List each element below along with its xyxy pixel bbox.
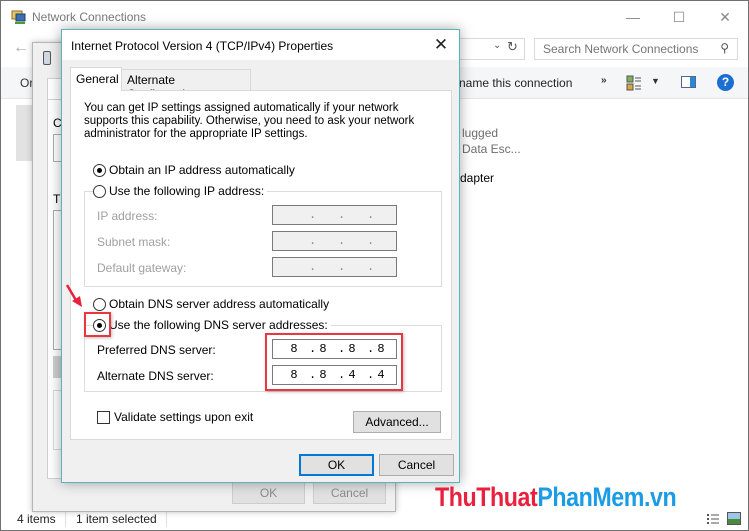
default-gateway-label: Default gateway: — [97, 261, 187, 275]
watermark-part1: ThuThuat — [435, 482, 538, 512]
ip-octet[interactable]: 8 — [286, 368, 302, 382]
explorer-title: Network Connections — [32, 10, 147, 24]
sidebar-scrollbar[interactable] — [16, 105, 32, 161]
octet-separator: . — [338, 234, 346, 248]
ip-address-label: IP address: — [97, 209, 158, 223]
minimize-button[interactable]: — — [622, 7, 644, 27]
ok-button[interactable]: OK — [299, 454, 374, 476]
obtain-ip-auto-radio[interactable] — [93, 163, 106, 177]
alternate-dns-label: Alternate DNS server: — [97, 369, 214, 383]
dns-group: Preferred DNS server: 8888... Alternate … — [84, 325, 442, 392]
alternate-dns-field[interactable]: 8844... — [272, 365, 397, 385]
status-divider — [65, 511, 66, 527]
back-arrow-icon[interactable]: ← — [13, 39, 29, 57]
maximize-button[interactable]: ☐ — [668, 7, 690, 27]
close-icon[interactable]: ✕ — [429, 34, 453, 56]
item-count: 4 items — [17, 512, 56, 526]
tab-general[interactable]: General — [70, 67, 122, 91]
change-view-icon[interactable] — [626, 75, 642, 91]
dialog-title-bar: Internet Protocol Version 4 (TCP/IPv4) P… — [62, 30, 459, 60]
obtain-dns-auto-label: Obtain DNS server address automatically — [109, 297, 330, 311]
subnet-mask-label: Subnet mask: — [97, 235, 171, 249]
validate-settings-option[interactable]: Validate settings upon exit — [97, 410, 253, 424]
octet-separator: . — [367, 234, 375, 248]
properties-ok-button[interactable]: OK — [232, 482, 305, 504]
details-view-icon[interactable] — [707, 513, 719, 525]
preview-pane-icon[interactable] — [681, 76, 696, 88]
octet-separator: . — [367, 208, 375, 222]
preferred-dns-label: Preferred DNS server: — [97, 343, 216, 357]
tab-alternate-configuration[interactable]: Alternate Configuration — [121, 69, 251, 101]
status-divider — [166, 511, 167, 527]
adapter-icon — [43, 51, 51, 65]
watermark-part2: PhanMem.vn — [537, 482, 677, 512]
ipv4-properties-dialog: Internet Protocol Version 4 (TCP/IPv4) P… — [61, 29, 460, 483]
octet-separator: . — [367, 260, 375, 274]
preferred-dns-field[interactable]: 8888... — [272, 339, 397, 359]
use-static-dns-radio[interactable] — [93, 318, 106, 332]
ip-octet[interactable]: 4 — [344, 368, 360, 382]
advanced-button[interactable]: Advanced... — [353, 411, 441, 433]
network-connections-icon — [11, 10, 26, 24]
octet-separator: . — [338, 368, 346, 382]
octet-separator: . — [309, 368, 317, 382]
use-static-ip-label: Use the following IP address: — [109, 184, 265, 198]
more-commands-button[interactable]: » — [601, 75, 607, 86]
use-static-dns-label: Use the following DNS server addresses: — [109, 318, 328, 332]
subnet-mask-field[interactable]: ... — [272, 231, 397, 251]
use-static-dns-option[interactable]: Use the following DNS server addresses: — [93, 318, 331, 332]
obtain-dns-auto-radio[interactable] — [93, 297, 106, 311]
octet-separator: . — [338, 342, 346, 356]
cancel-button[interactable]: Cancel — [379, 454, 454, 476]
connection-device-text: Data Esc... — [462, 142, 521, 156]
properties-cancel-button[interactable]: Cancel — [313, 482, 386, 504]
octet-separator: . — [367, 368, 375, 382]
obtain-ip-auto-label: Obtain an IP address automatically — [109, 163, 295, 177]
dialog-title: Internet Protocol Version 4 (TCP/IPv4) P… — [71, 39, 334, 53]
octet-separator: . — [309, 260, 317, 274]
refresh-icon[interactable]: ↻ — [507, 39, 518, 55]
watermark: ThuThuatPhanMem.vn — [435, 482, 677, 513]
help-icon[interactable]: ? — [717, 74, 734, 91]
general-panel: You can get IP settings assigned automat… — [70, 90, 452, 440]
connection-status-text: lugged — [462, 126, 499, 140]
annotation-arrow-icon — [65, 284, 82, 307]
rename-connection-button[interactable]: name this connection — [459, 76, 572, 90]
ip-octet[interactable]: 4 — [373, 368, 389, 382]
obtain-ip-auto-option[interactable]: Obtain an IP address automatically — [93, 163, 295, 177]
connection-adapter-text[interactable]: dapter — [460, 171, 494, 185]
search-box[interactable]: ⚲ — [534, 38, 738, 60]
validate-settings-label: Validate settings upon exit — [114, 410, 254, 424]
static-ip-group: IP address: ... Subnet mask: ... Default… — [84, 191, 442, 287]
ip-octet[interactable]: 8 — [344, 342, 360, 356]
octet-separator: . — [309, 208, 317, 222]
octet-separator: . — [338, 260, 346, 274]
search-icon[interactable]: ⚲ — [720, 41, 729, 55]
octet-separator: . — [338, 208, 346, 222]
search-input[interactable] — [535, 39, 705, 59]
use-static-ip-radio[interactable] — [93, 184, 106, 198]
default-gateway-field[interactable]: ... — [272, 257, 397, 277]
large-icons-view-icon[interactable] — [727, 512, 741, 525]
view-dropdown-icon[interactable]: ▼ — [651, 76, 660, 86]
ip-address-field[interactable]: ... — [272, 205, 397, 225]
validate-settings-checkbox[interactable] — [97, 410, 110, 424]
ip-octet[interactable]: 8 — [373, 342, 389, 356]
octet-separator: . — [309, 234, 317, 248]
ip-octet[interactable]: 8 — [286, 342, 302, 356]
obtain-dns-auto-option[interactable]: Obtain DNS server address automatically — [93, 297, 329, 311]
selection-count: 1 item selected — [76, 512, 157, 526]
use-static-ip-option[interactable]: Use the following IP address: — [93, 184, 268, 198]
close-window-button[interactable]: ✕ — [714, 7, 736, 27]
chevron-down-icon[interactable]: ⌄ — [493, 40, 501, 51]
octet-separator: . — [367, 342, 375, 356]
ip-octet[interactable]: 8 — [315, 368, 331, 382]
octet-separator: . — [309, 342, 317, 356]
ip-octet[interactable]: 8 — [315, 342, 331, 356]
description-text: You can get IP settings assigned automat… — [84, 102, 415, 140]
